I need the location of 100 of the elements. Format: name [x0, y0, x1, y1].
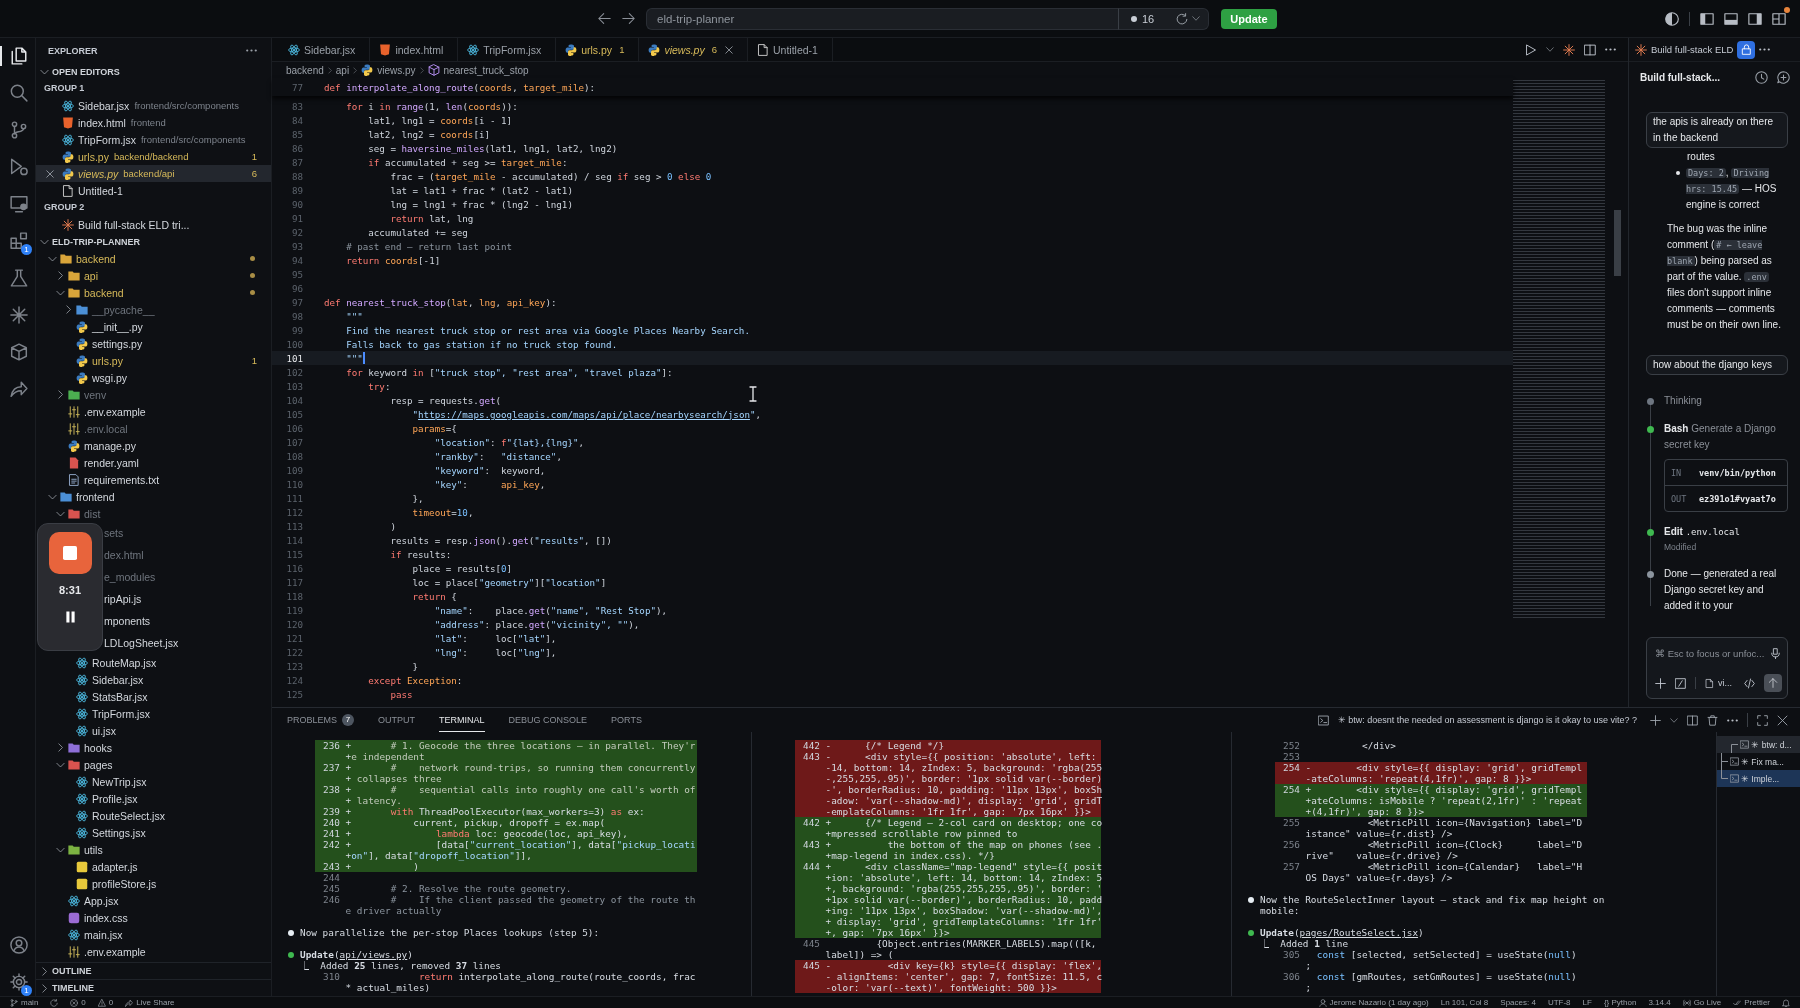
close-icon[interactable]	[1777, 714, 1788, 726]
message-input[interactable]: ⌘ Esc to focus or unfoc...	[1655, 647, 1770, 659]
open-editor-item[interactable]: urls.py backend/backend 1	[36, 148, 271, 165]
plus-icon[interactable]	[1650, 714, 1661, 726]
code-icon[interactable]	[1744, 677, 1755, 689]
tree-item[interactable]: main.jsx	[36, 926, 271, 943]
panel-tab[interactable]: DEBUG CONSOLE	[508, 708, 588, 732]
editor-tab[interactable]: Untitled-1	[748, 38, 833, 61]
split-editor-icon[interactable]	[1687, 714, 1698, 726]
status-item[interactable]: Ln 101, Col 8	[1440, 997, 1489, 1008]
tree-item[interactable]: __init__.py	[36, 318, 271, 335]
tree-item[interactable]: api	[36, 267, 271, 284]
status-item[interactable]: Prettier	[1733, 997, 1770, 1008]
status-item[interactable]: 0	[97, 997, 114, 1008]
tree-item[interactable]: mponents	[104, 610, 271, 632]
sidebar-right-icon[interactable]	[1748, 11, 1762, 26]
tree-item[interactable]: Sidebar.jsx	[36, 671, 271, 688]
file-chip[interactable]: vi...	[1705, 677, 1732, 689]
tree-item[interactable]: RouteSelect.jsx	[36, 807, 271, 824]
command-center[interactable]: eld-trip-planner	[646, 7, 1118, 30]
tree-item[interactable]: requirements.txt	[36, 471, 271, 488]
tree-item[interactable]: dist	[36, 505, 271, 522]
microphone-icon[interactable]	[1770, 647, 1781, 659]
tree-item[interactable]: profileStore.js	[36, 875, 271, 892]
more-icon[interactable]	[1605, 48, 1616, 51]
open-editor-item[interactable]: TripForm.jsx frontend/src/components	[36, 131, 271, 148]
panel-tab[interactable]: OUTPUT	[378, 708, 415, 732]
status-item[interactable]: 0	[70, 997, 86, 1008]
caret-down-icon[interactable]	[1670, 717, 1678, 723]
more-icon[interactable]	[246, 49, 257, 52]
half-circle-icon[interactable]	[1665, 11, 1679, 26]
scrollbar-thumb[interactable]	[1614, 210, 1621, 276]
tree-item[interactable]: pages	[36, 756, 271, 773]
tree-item[interactable]: render.yaml	[36, 454, 271, 471]
open-editor-item[interactable]: Build full-stack ELD tri...	[36, 216, 271, 233]
tree-item[interactable]: wsgi.py	[36, 369, 271, 386]
tree-item[interactable]: settings.py	[36, 335, 271, 352]
send-button[interactable]	[1764, 674, 1782, 692]
slash-command-icon[interactable]	[1675, 677, 1686, 689]
terminal-list-item[interactable]: ✳ Fix ma...	[1717, 753, 1800, 770]
terminal-list-item[interactable]: ✳ Imple...	[1717, 770, 1800, 787]
panel-tab[interactable]: PROBLEMS 7	[287, 708, 354, 732]
split-editor-icon[interactable]	[1584, 43, 1596, 56]
new-chat-icon[interactable]	[1777, 70, 1790, 84]
tree-item[interactable]: sets	[104, 522, 271, 544]
tree-item[interactable]: manage.py	[36, 437, 271, 454]
status-item[interactable]: Spaces: 4	[1500, 997, 1536, 1008]
status-item[interactable]	[50, 998, 59, 1007]
tree-item[interactable]: .env.local	[36, 420, 271, 437]
breadcrumb-item[interactable]: views.py	[361, 64, 416, 76]
open-editor-item[interactable]: Untitled-1	[36, 182, 271, 199]
status-item[interactable]	[1782, 998, 1790, 1007]
tree-item[interactable]: __pycache__	[36, 301, 271, 318]
tree-item[interactable]: StatsBar.jsx	[36, 688, 271, 705]
sync-button[interactable]	[1166, 7, 1210, 30]
tree-item[interactable]: TripForm.jsx	[36, 705, 271, 722]
tree-item[interactable]: e_modules	[104, 566, 271, 588]
maximize-icon[interactable]	[1757, 714, 1768, 726]
tree-item[interactable]: venv	[36, 386, 271, 403]
tree-item[interactable]: adapter.js	[36, 858, 271, 875]
tree-item[interactable]: ui.jsx	[36, 722, 271, 739]
play-icon[interactable]	[1525, 43, 1537, 56]
tree-item[interactable]: .env.example	[36, 403, 271, 420]
changes-button[interactable]: 16	[1118, 7, 1167, 30]
tree-item[interactable]: .env.example	[36, 943, 271, 960]
tree-item[interactable]: LDLogSheet.jsx	[104, 632, 271, 654]
tree-item[interactable]: dex.html	[104, 544, 271, 566]
section-header[interactable]: OUTLINE	[36, 962, 271, 979]
close-icon[interactable]	[725, 45, 733, 54]
sparkle-icon[interactable]	[1563, 43, 1575, 56]
close-icon[interactable]	[46, 169, 54, 178]
status-item[interactable]: Jerome Nazario (1 day ago)	[1318, 997, 1429, 1008]
tree-item[interactable]: NewTrip.jsx	[36, 773, 271, 790]
layout-icon[interactable]	[1772, 11, 1786, 26]
sidebar-left-icon[interactable]	[1700, 11, 1714, 26]
status-item[interactable]: main	[10, 997, 39, 1008]
breadcrumb-item[interactable]: backend	[286, 64, 324, 76]
tree-item[interactable]: RouteMap.jsx	[36, 654, 271, 671]
tree-item[interactable]: backend	[36, 284, 271, 301]
status-item[interactable]: {} Python	[1603, 997, 1637, 1008]
status-item[interactable]: Live Share	[125, 997, 175, 1008]
panel-tab[interactable]: TERMINAL	[439, 708, 485, 732]
tree-item[interactable]: backend	[36, 250, 271, 267]
tree-item[interactable]: utils	[36, 841, 271, 858]
history-icon[interactable]	[1755, 70, 1768, 84]
plus-icon[interactable]	[1655, 677, 1666, 689]
tree-item[interactable]: App.jsx	[36, 892, 271, 909]
more-icon[interactable]	[1727, 718, 1738, 722]
editor-tab[interactable]: Sidebar.jsx	[279, 38, 371, 61]
tree-item[interactable]: frontend	[36, 488, 271, 505]
editor-tab[interactable]: index.html	[370, 38, 459, 61]
pause-icon[interactable]	[64, 610, 76, 624]
arrow-left-icon[interactable]	[598, 12, 611, 25]
more-icon[interactable]	[1759, 48, 1771, 51]
chat-tab[interactable]: Build full-stack ELD	[1635, 43, 1734, 56]
open-editor-item[interactable]: index.html frontend	[36, 114, 271, 131]
breadcrumb-item[interactable]: api	[335, 64, 350, 76]
breadcrumb-item[interactable]: nearest_truck_stop	[427, 64, 529, 76]
open-editor-item[interactable]: Sidebar.jsx frontend/src/components	[36, 97, 271, 114]
tree-item[interactable]: Profile.jsx	[36, 790, 271, 807]
